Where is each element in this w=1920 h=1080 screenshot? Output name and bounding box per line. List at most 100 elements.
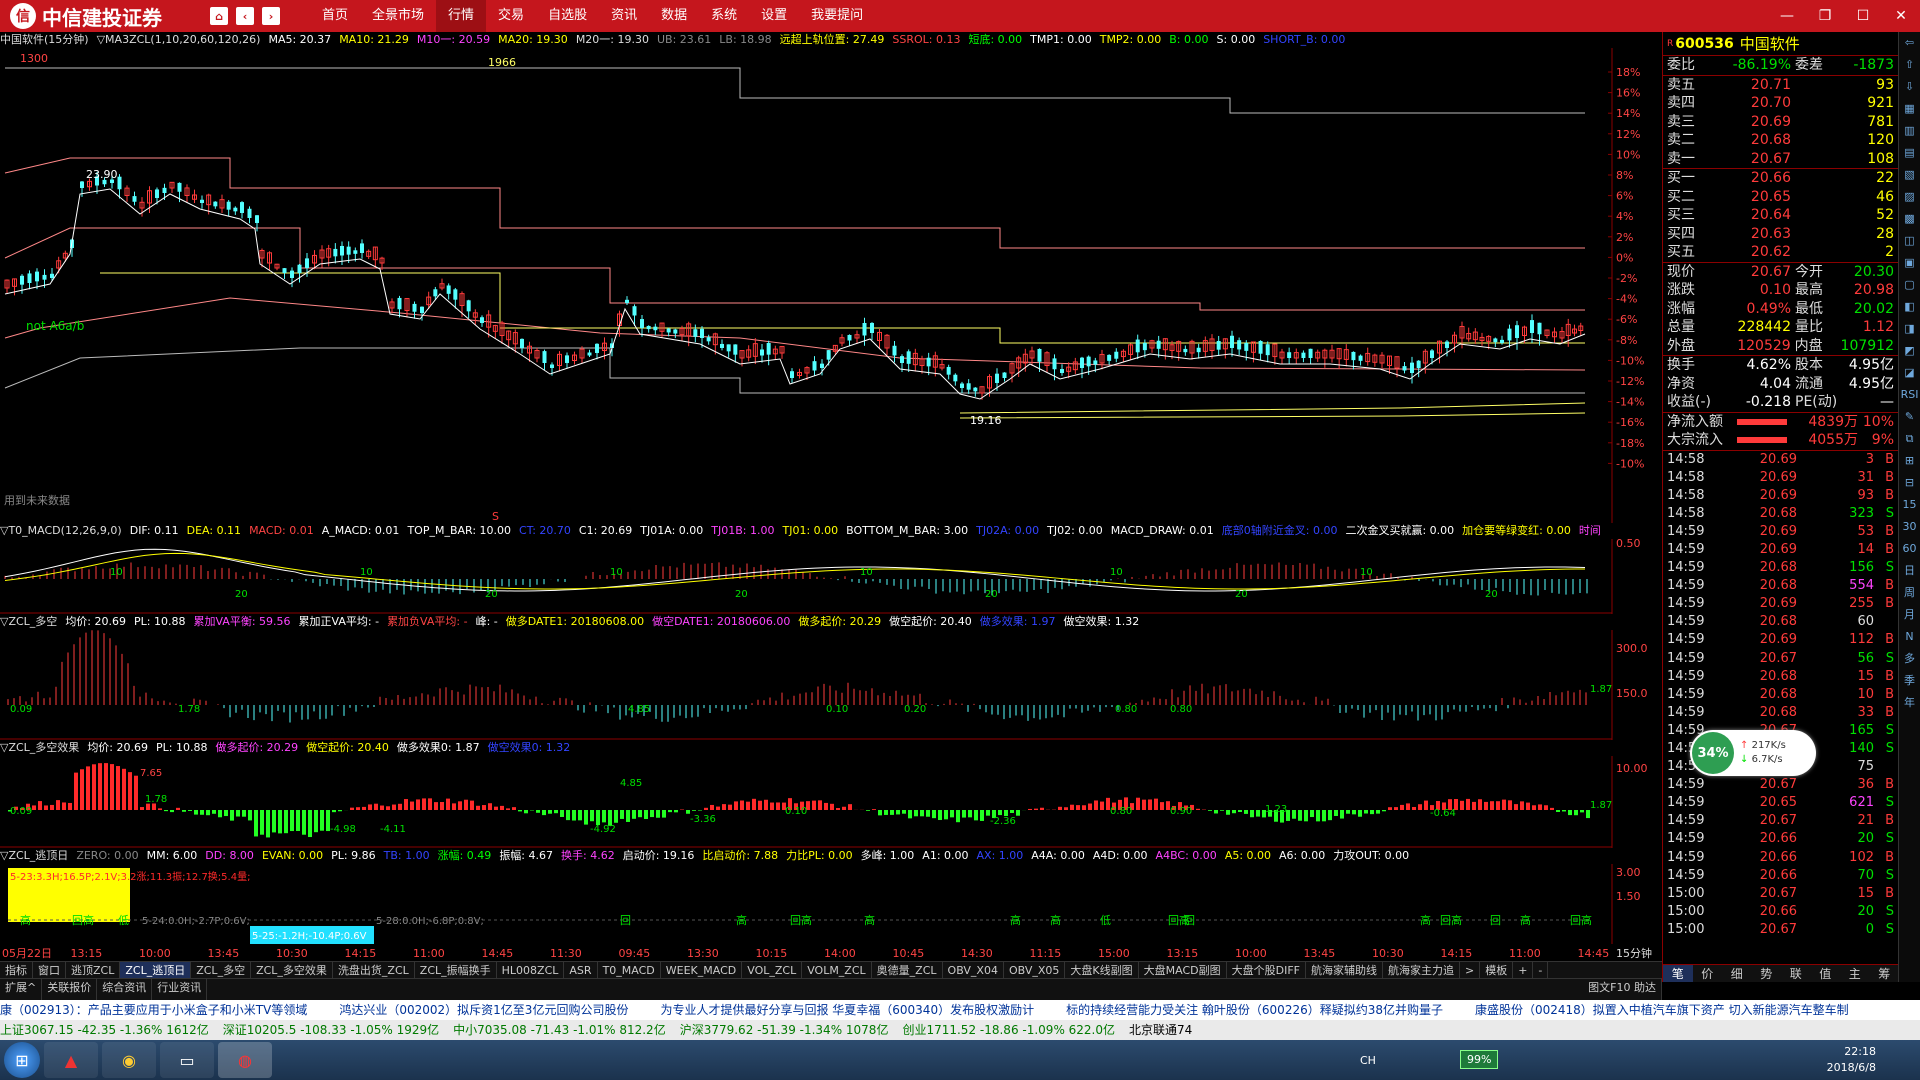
back-icon[interactable]: ‹ bbox=[236, 7, 254, 25]
toolbar-icon[interactable]: 多 bbox=[1899, 648, 1920, 670]
system-clock[interactable]: 22:18 2018/6/8 bbox=[1827, 1044, 1876, 1076]
info-tab[interactable]: 关联报价 bbox=[42, 979, 98, 1000]
quote-tab[interactable]: 主 bbox=[1840, 965, 1870, 982]
toolbar-icon[interactable]: ◩ bbox=[1899, 340, 1920, 362]
sell-row[interactable]: 卖五 20.71 93 bbox=[1663, 76, 1898, 95]
indicator-tab[interactable]: ASR bbox=[564, 962, 598, 978]
toolbar-icon[interactable]: ▦ bbox=[1899, 98, 1920, 120]
indicator-tab[interactable]: WEEK_MACD bbox=[661, 962, 743, 978]
toolbar-icon[interactable]: 30 bbox=[1899, 516, 1920, 538]
indicator-tab[interactable]: 指标 bbox=[0, 962, 33, 978]
start-button[interactable]: ⊞ bbox=[4, 1042, 40, 1078]
quote-tab[interactable]: 价 bbox=[1693, 965, 1723, 982]
toolbar-icon[interactable]: ▩ bbox=[1899, 208, 1920, 230]
indicator-tab[interactable]: 大盘个股DIFF bbox=[1227, 962, 1306, 978]
forward-icon[interactable]: › bbox=[262, 7, 280, 25]
indicator-tab[interactable]: + bbox=[1513, 962, 1534, 978]
pdf-app-icon[interactable]: ▲ bbox=[44, 1042, 98, 1078]
toolbar-icon[interactable]: ⊞ bbox=[1899, 450, 1920, 472]
candlestick-chart[interactable]: 18% 16% 14% 12% 10% 8% 6% 4% 2% 0% -2% -4% -6% -8% -10… bbox=[0, 48, 1662, 523]
f10-tab[interactable]: 图文F10 助达 bbox=[1583, 979, 1662, 1000]
menu-item[interactable]: 自选股 bbox=[536, 0, 599, 32]
duokong-chart[interactable]: 300.0 150.0 0.09 1.78 4.85 0.10 0.20 0.80 0.80 1.… bbox=[0, 630, 1662, 740]
sell-row[interactable]: 卖四 20.70 921 bbox=[1663, 94, 1898, 113]
info-tab[interactable]: 综合资讯 bbox=[97, 979, 153, 1000]
toolbar-icon[interactable]: ◧ bbox=[1899, 296, 1920, 318]
toolbar-icon[interactable]: 季 bbox=[1899, 670, 1920, 692]
toolbar-icon[interactable]: 周 bbox=[1899, 582, 1920, 604]
indicator-tab[interactable]: ZCL_多空效果 bbox=[251, 962, 333, 978]
taori-chart[interactable]: 3.00 1.50 5-23:3.3H;16.5P;2.1V;3.2涨;11.3振;… bbox=[0, 864, 1662, 944]
news-ticker[interactable]: 康（002913）：产品主要应用于小米盒子和小米TV等领域 鸿达兴业（002002… bbox=[0, 1000, 1920, 1020]
sell-row[interactable]: 卖二 20.68 120 bbox=[1663, 131, 1898, 150]
toolbar-icon[interactable]: RSI bbox=[1899, 384, 1920, 406]
toolbar-icon[interactable]: ◪ bbox=[1899, 362, 1920, 384]
indicator-tab[interactable]: ZCL_振幅换手 bbox=[415, 962, 497, 978]
indicator-tab[interactable]: VOL_ZCL bbox=[742, 962, 803, 978]
indicator-tab[interactable]: 大盘K线副图 bbox=[1065, 962, 1139, 978]
indicator-tab[interactable]: 大盘MACD副图 bbox=[1139, 962, 1227, 978]
toolbar-icon[interactable]: 月 bbox=[1899, 604, 1920, 626]
ime-indicator[interactable]: CH bbox=[1360, 1054, 1376, 1067]
sell-row[interactable]: 卖一 20.67 108 bbox=[1663, 150, 1898, 169]
quote-tab[interactable]: 值 bbox=[1811, 965, 1841, 982]
xiaoguo-chart[interactable]: 10.00 7.65 0.09 1.78 -4.98 -4.11 4.85 -4.92 -3.3… bbox=[0, 756, 1662, 848]
network-speed-badge[interactable]: 34% ↑ 217K/s ↓ 6.7K/s bbox=[1690, 730, 1816, 776]
toolbar-icon[interactable]: ✎ bbox=[1899, 406, 1920, 428]
menu-item[interactable]: 我要提问 bbox=[799, 0, 875, 32]
toolbar-icon[interactable]: 年 bbox=[1899, 692, 1920, 714]
index-item[interactable]: 上证3067.15 -42.35 -1.36% 1612亿 bbox=[0, 1020, 209, 1040]
trading-app-icon[interactable]: ◍ bbox=[218, 1042, 272, 1078]
indicator-tab[interactable]: OBV_X05 bbox=[1004, 962, 1066, 978]
toolbar-icon[interactable]: ⊟ bbox=[1899, 472, 1920, 494]
menu-item[interactable]: 交易 bbox=[486, 0, 536, 32]
buy-row[interactable]: 买五 20.62 2 bbox=[1663, 243, 1898, 262]
indicator-tab[interactable]: VOLM_ZCL bbox=[802, 962, 872, 978]
index-item[interactable]: 创业1711.52 -18.86 -1.09% 622.0亿 bbox=[902, 1020, 1115, 1040]
toolbar-icon[interactable]: ◨ bbox=[1899, 318, 1920, 340]
news-item[interactable]: 为专业人才提供最好分享与回报 华夏幸福（600340）发布股权激励计 bbox=[660, 1003, 1034, 1017]
indicator-tab[interactable]: 航海家辅助线 bbox=[1306, 962, 1383, 978]
toolbar-icon[interactable]: N bbox=[1899, 626, 1920, 648]
toolbar-icon[interactable]: ⇩ bbox=[1899, 76, 1920, 98]
buy-row[interactable]: 买二 20.65 46 bbox=[1663, 188, 1898, 207]
indicator-tab[interactable]: 模板 bbox=[1480, 962, 1514, 978]
toolbar-icon[interactable]: ▥ bbox=[1899, 120, 1920, 142]
indicator-tab[interactable]: 奥德量_ZCL bbox=[872, 962, 943, 978]
toolbar-icon[interactable]: ▨ bbox=[1899, 186, 1920, 208]
macd-chart[interactable]: 0.50 10 20 10 20 10 20 10 20 10 20 10 20 bbox=[0, 539, 1662, 614]
index-item[interactable]: 沪深3779.62 -51.39 -1.34% 1078亿 bbox=[680, 1020, 889, 1040]
buy-row[interactable]: 买四 20.63 28 bbox=[1663, 225, 1898, 244]
home-icon[interactable]: ⌂ bbox=[210, 7, 228, 25]
sell-row[interactable]: 卖三 20.69 781 bbox=[1663, 113, 1898, 132]
quote-tab[interactable]: 联 bbox=[1781, 965, 1811, 982]
browser-app-icon[interactable]: ◉ bbox=[102, 1042, 156, 1078]
indicator-tab[interactable]: - bbox=[1533, 962, 1549, 978]
desktop-app-icon[interactable]: ▭ bbox=[160, 1042, 214, 1078]
news-item[interactable]: 鸿达兴业（002002）拟斥资1亿至3亿元回购公司股份 bbox=[339, 1003, 628, 1017]
indicator-tab[interactable]: HL008ZCL bbox=[497, 962, 565, 978]
toolbar-icon[interactable]: ⇦ bbox=[1899, 32, 1920, 54]
menu-item[interactable]: 全景市场 bbox=[360, 0, 436, 32]
menu-item[interactable]: 设置 bbox=[749, 0, 799, 32]
toolbar-icon[interactable]: ⧉ bbox=[1899, 428, 1920, 450]
buy-row[interactable]: 买一 20.66 22 bbox=[1663, 169, 1898, 188]
toolbar-icon[interactable]: 日 bbox=[1899, 560, 1920, 582]
toolbar-icon[interactable]: ▧ bbox=[1899, 164, 1920, 186]
indicator-tab[interactable]: > bbox=[1460, 962, 1481, 978]
window-control-1[interactable]: ❐ bbox=[1806, 0, 1844, 32]
buy-row[interactable]: 买三 20.64 52 bbox=[1663, 206, 1898, 225]
quote-tab[interactable]: 细 bbox=[1722, 965, 1752, 982]
news-item[interactable]: 康（002913）：产品主要应用于小米盒子和小米TV等领域 bbox=[0, 1003, 307, 1017]
window-control-0[interactable]: — bbox=[1768, 0, 1806, 32]
menu-item[interactable]: 行情 bbox=[436, 0, 487, 32]
index-item[interactable]: 北京联通74 bbox=[1129, 1020, 1192, 1040]
indicator-tab[interactable]: ZCL_多空 bbox=[191, 962, 252, 978]
quote-tab[interactable]: 筹 bbox=[1870, 965, 1900, 982]
menu-item[interactable]: 系统 bbox=[699, 0, 749, 32]
menu-item[interactable]: 资讯 bbox=[599, 0, 649, 32]
toolbar-icon[interactable]: ▤ bbox=[1899, 142, 1920, 164]
indicator-tab[interactable]: 逃顶ZCL bbox=[66, 962, 121, 978]
indicator-tab[interactable]: 洗盘出货_ZCL bbox=[333, 962, 415, 978]
indicator-tab[interactable]: 窗口 bbox=[33, 962, 66, 978]
